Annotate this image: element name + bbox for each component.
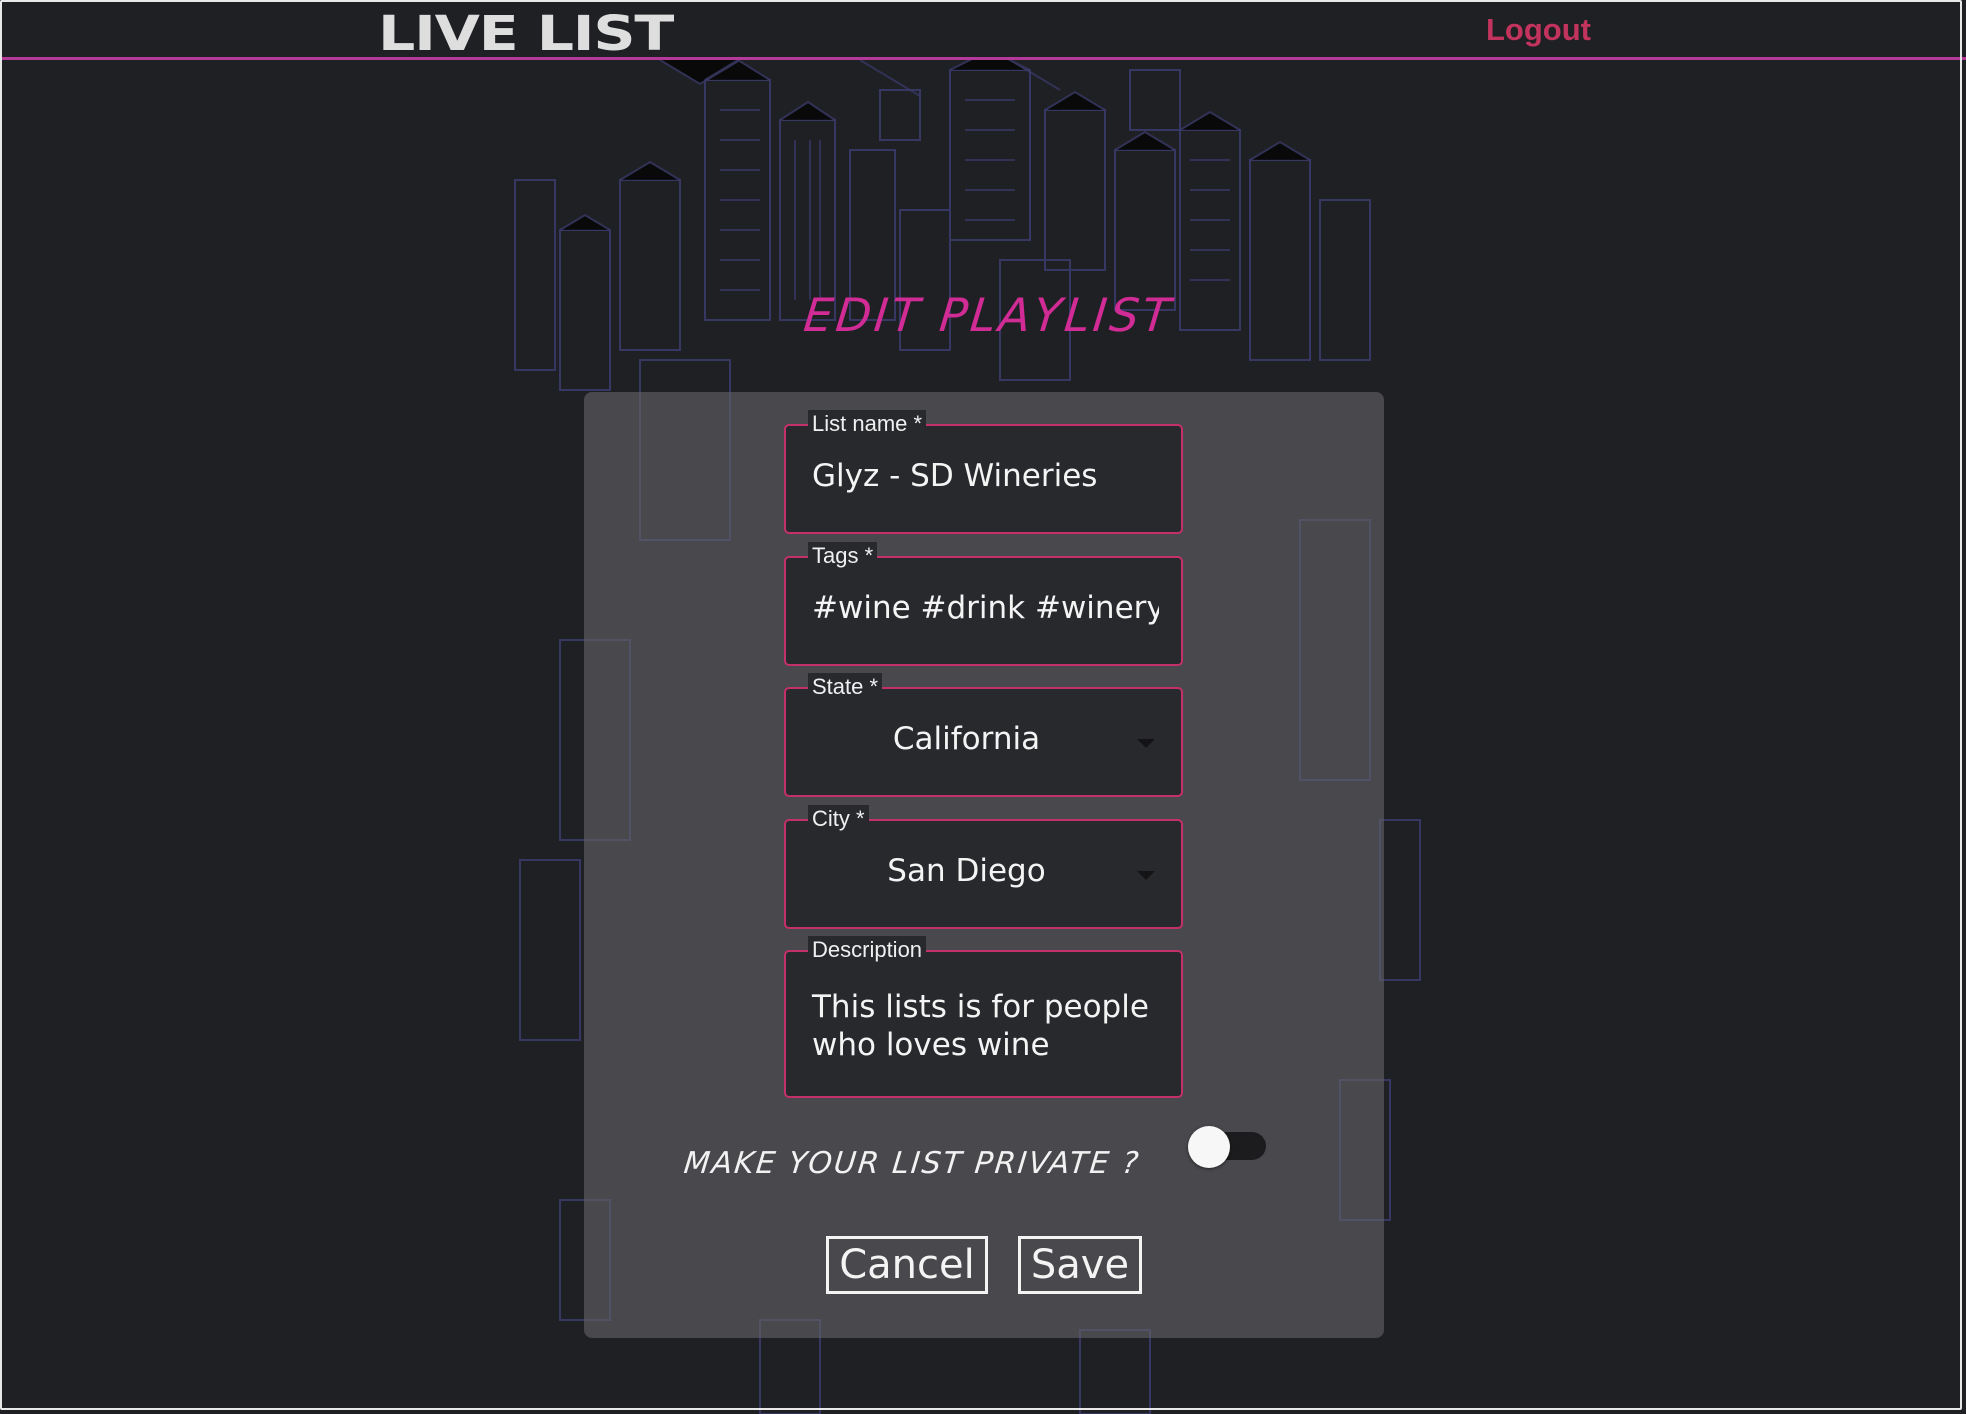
tags-value[interactable]: #wine #drink #winery #alcohol <box>812 590 1159 626</box>
list-name-value[interactable]: Glyz - SD Wineries <box>812 458 1159 494</box>
description-label: Description <box>808 936 927 964</box>
state-label: State * <box>808 673 883 701</box>
chevron-down-icon[interactable] <box>1137 739 1155 748</box>
state-value[interactable]: California <box>812 721 1121 757</box>
tags-field[interactable]: Tags * #wine #drink #winery #alcohol <box>784 542 1183 666</box>
private-toggle-label: MAKE YOUR LIST PRIVATE ? <box>682 1146 1142 1181</box>
page-title-text: EDIT PLAYLIST <box>801 288 1177 342</box>
state-select[interactable]: State * California <box>784 673 1183 797</box>
tags-label: Tags * <box>808 542 878 570</box>
description-field[interactable]: Description This lists is for people who… <box>784 936 1183 1098</box>
chevron-down-icon[interactable] <box>1137 871 1155 880</box>
logout-link[interactable]: Logout <box>1486 12 1591 48</box>
private-toggle[interactable] <box>1188 1126 1230 1168</box>
page-title: EDIT PLAYLIST <box>0 288 1966 342</box>
description-value[interactable]: This lists is for people who loves wine <box>812 988 1159 1064</box>
app-logo[interactable]: LIVE LIST <box>378 6 674 62</box>
list-name-label: List name * <box>808 410 927 438</box>
list-name-field[interactable]: List name * Glyz - SD Wineries <box>784 410 1183 534</box>
top-header: LIVE LIST Logout <box>0 0 1966 62</box>
city-value[interactable]: San Diego <box>812 853 1121 889</box>
save-button[interactable]: Save <box>1018 1236 1142 1294</box>
city-select[interactable]: City * San Diego <box>784 805 1183 929</box>
city-label: City * <box>808 805 869 833</box>
cancel-button[interactable]: Cancel <box>826 1236 988 1294</box>
